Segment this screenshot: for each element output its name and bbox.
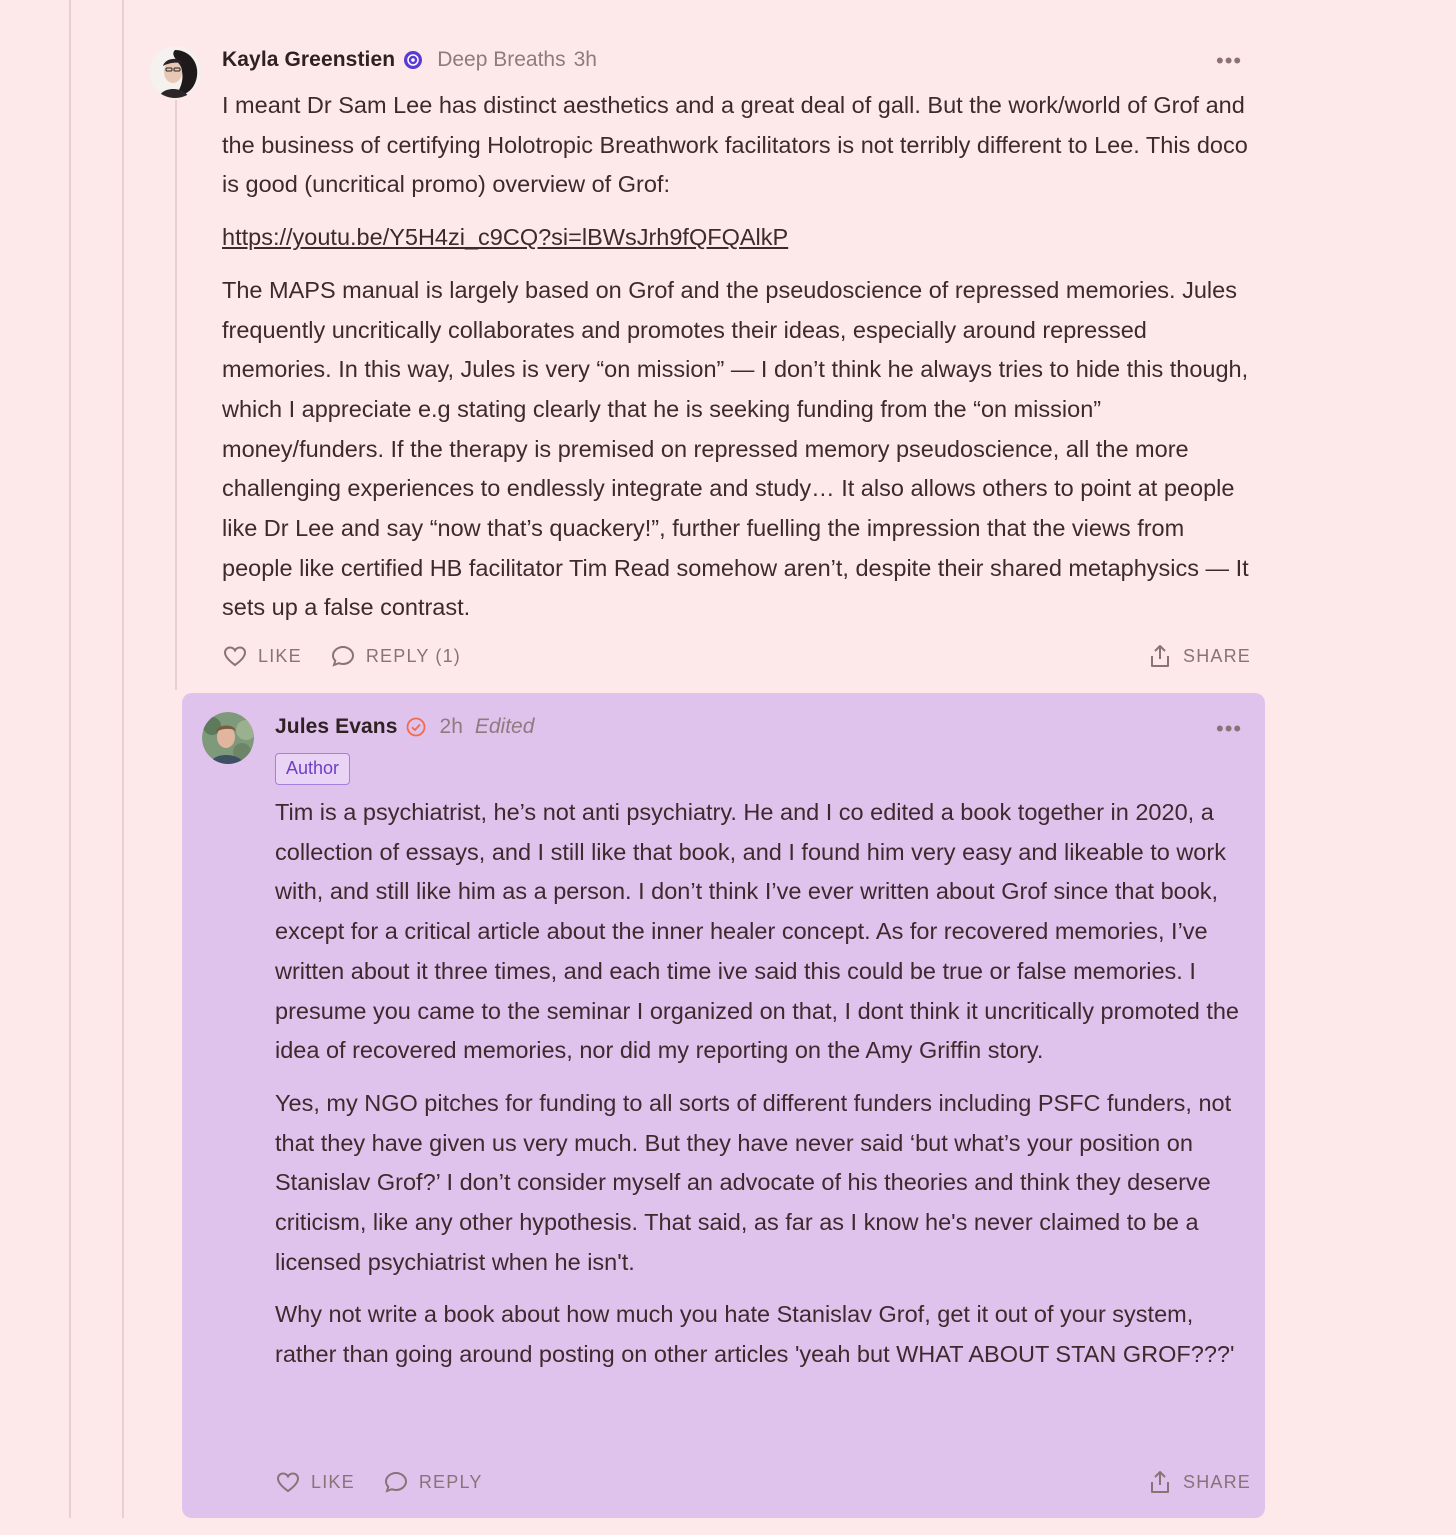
heart-icon <box>276 1472 300 1493</box>
comment-actions: LIKE REPLY <box>275 1469 511 1495</box>
like-label: LIKE <box>311 1471 355 1492</box>
comment-bubble-icon <box>384 1471 407 1493</box>
comment-paragraph: The MAPS manual is largely based on Grof… <box>222 276 1249 621</box>
more-options-icon[interactable]: ••• <box>1216 50 1242 72</box>
timestamp[interactable]: 2h <box>440 715 463 739</box>
comment-paragraph: Yes, my NGO pitches for funding to all s… <box>275 1089 1232 1275</box>
avatar[interactable] <box>149 46 201 98</box>
thread-line-middle <box>122 0 124 1518</box>
share-icon <box>1151 1471 1169 1493</box>
comment-body: Tim is a psychiatrist, he’s not anti psy… <box>275 793 1255 1388</box>
edited-label: Edited <box>474 715 535 738</box>
more-options-icon[interactable]: ••• <box>1216 718 1242 740</box>
reply-button[interactable]: REPLY (1) <box>330 643 461 669</box>
comment-header: Jules Evans 2h Edited <box>275 715 534 739</box>
share-button[interactable]: SHARE <box>1147 1469 1251 1495</box>
like-button[interactable]: LIKE <box>222 643 302 669</box>
timestamp[interactable]: 3h <box>574 48 597 72</box>
reply-button[interactable]: REPLY <box>383 1469 483 1495</box>
comment-paragraph: I meant Dr Sam Lee has distinct aestheti… <box>222 92 1248 198</box>
share-label: SHARE <box>1183 645 1252 666</box>
verified-badge-icon <box>406 717 425 737</box>
author-name[interactable]: Kayla Greenstien <box>222 48 395 72</box>
reply-label: REPLY (1) <box>365 645 461 666</box>
like-button[interactable]: LIKE <box>275 1469 355 1495</box>
youtube-link[interactable]: https://youtu.be/Y5H4zi_c9CQ?si=lBWsJrh9… <box>222 224 788 250</box>
thread-line-outer <box>69 0 71 1518</box>
share-button[interactable]: SHARE <box>1147 643 1251 669</box>
comment-body: I meant Dr Sam Lee has distinct aestheti… <box>222 86 1252 641</box>
share-label: SHARE <box>1183 1471 1252 1492</box>
thread-line-reply <box>175 100 177 690</box>
avatar[interactable] <box>202 712 254 764</box>
heart-icon <box>223 646 247 667</box>
comment-paragraph: Why not write a book about how much you … <box>275 1301 1235 1368</box>
publication-badge-icon <box>404 51 423 69</box>
comment-actions: LIKE REPLY (1) <box>222 643 489 669</box>
reply-label: REPLY <box>418 1471 483 1492</box>
author-name[interactable]: Jules Evans <box>275 715 398 739</box>
like-label: LIKE <box>258 645 302 666</box>
share-icon <box>1151 645 1169 667</box>
comment-header: Kayla Greenstien Deep Breaths 3h <box>222 48 597 72</box>
author-tag: Author <box>275 753 351 785</box>
comment-paragraph: Tim is a psychiatrist, he’s not anti psy… <box>275 799 1240 1064</box>
publication-name[interactable]: Deep Breaths <box>437 48 565 72</box>
comment-bubble-icon <box>331 645 354 667</box>
